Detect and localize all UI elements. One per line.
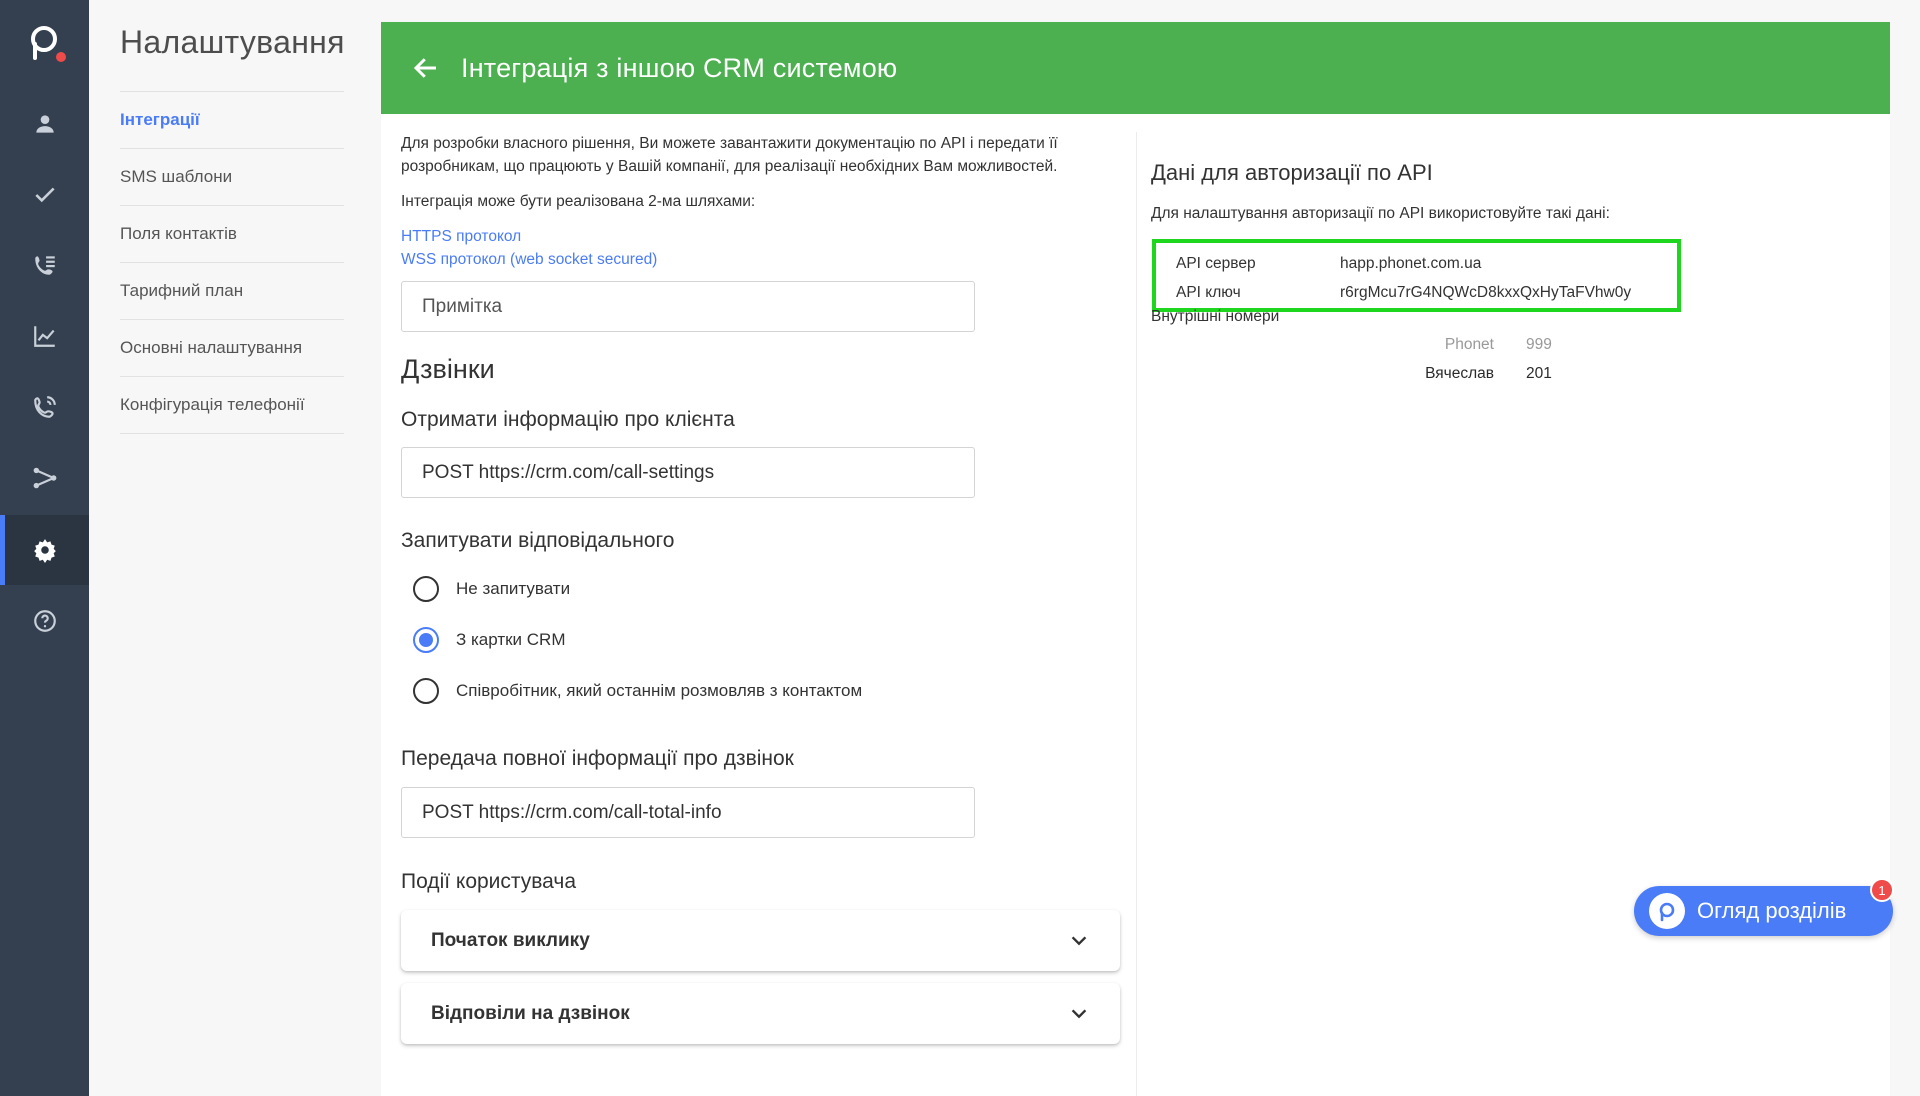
phone-icon <box>33 396 56 418</box>
tour-button-label: Огляд розділів <box>1697 898 1847 923</box>
extension-row: Phonet 999 <box>1151 330 1552 359</box>
sidebar-item-help[interactable] <box>0 586 89 656</box>
accordion-label: Відповіли на дзвінок <box>431 1002 630 1024</box>
settings-menu-item-sms-templates[interactable]: SMS шаблони <box>120 149 344 206</box>
extension-row: Вячеслав 201 <box>1151 359 1552 388</box>
gear-icon <box>33 539 56 563</box>
sidebar-item-settings[interactable] <box>0 515 89 585</box>
api-key-value: r6rgMcu7rG4NQWcD8kxxQxHyTaFVhw0y <box>1340 283 1632 301</box>
sidebar-item-analytics[interactable] <box>0 301 89 371</box>
check-icon <box>34 187 55 203</box>
phonet-logo-icon <box>1649 893 1685 929</box>
radio-label: Не запитувати <box>456 578 571 598</box>
api-auth-panel: Дані для авторизації по API Для налаштув… <box>1151 132 1871 382</box>
integration-ways-text: Інтеграція може бути реалізована 2-ма шл… <box>401 193 756 210</box>
integration-settings: Для розробки власного рішення, Ви можете… <box>401 132 1121 1044</box>
accordion-label: Початок виклику <box>431 929 590 951</box>
notification-badge: 1 <box>1870 878 1894 902</box>
total-info-title: Передача повної інформації про дзвінок <box>401 747 794 770</box>
radio-label: Співробітник, який останнім розмовляв з … <box>456 680 863 700</box>
card-header: Інтеграція з іншою CRM системою <box>381 22 1890 114</box>
settings-menu-item-telephony-config[interactable]: Конфігурація телефонії <box>120 377 344 434</box>
radio-option-dont-ask[interactable]: Не запитувати <box>401 563 1121 614</box>
radio-option-crm-card[interactable]: З картки CRM <box>401 614 1121 665</box>
accordion-call-start[interactable]: Початок виклику <box>401 910 1120 971</box>
sidebar-item-routing[interactable] <box>0 443 89 513</box>
chevron-down-icon <box>1071 1008 1087 1018</box>
chevron-down-icon <box>1071 935 1087 945</box>
integration-icon <box>33 467 56 489</box>
user-icon <box>35 115 54 133</box>
intro-text-line-1: Для розробки власного рішення, Ви можете… <box>401 135 1058 152</box>
section-tour-button[interactable]: Огляд розділів 1 <box>1634 878 1894 936</box>
radio-button-checked[interactable] <box>413 626 439 653</box>
column-divider <box>1136 132 1137 1096</box>
calls-section-title: Дзвінки <box>401 354 495 384</box>
api-credentials-box: API сервер happ.phonet.com.ua API ключ r… <box>1152 239 1681 312</box>
settings-menu-item-tariff-plan[interactable]: Тарифний план <box>120 263 344 320</box>
api-server-value: happ.phonet.com.ua <box>1340 254 1482 272</box>
settings-title: Налаштування <box>120 24 345 60</box>
api-auth-note: Для налаштування авторизації по API вико… <box>1151 205 1610 222</box>
api-key-label: API ключ <box>1176 283 1241 301</box>
responsible-radio-group: Не запитувати З картки CRM Співробітник,… <box>401 563 1121 716</box>
wss-protocol-link[interactable]: WSS протокол (web socket secured) <box>401 248 1121 271</box>
back-arrow-icon[interactable] <box>411 53 441 83</box>
api-auth-title: Дані для авторизації по API <box>1151 160 1433 185</box>
total-info-url-input[interactable]: POST https://crm.com/call-total-info <box>401 787 975 838</box>
intro-text-line-2: розробникам, що працюють у Вашій компані… <box>401 158 1058 175</box>
help-icon <box>33 610 56 632</box>
user-events-title: Події користувача <box>401 870 577 893</box>
sidebar-item-telephony[interactable] <box>0 372 89 442</box>
extensions-title: Внутрішні номери <box>1151 308 1280 325</box>
client-info-title: Отримати інформацію про клієнта <box>401 408 735 431</box>
sidebar-item-calls[interactable] <box>0 230 89 300</box>
sidebar-item-tasks[interactable] <box>0 160 89 230</box>
sidebar <box>0 0 89 1096</box>
settings-menu: Інтеграції SMS шаблони Поля контактів Та… <box>120 91 344 434</box>
extensions-list: Phonet 999 Вячеслав 201 <box>1151 330 1552 388</box>
page-title: Інтеграція з іншою CRM системою <box>461 52 898 83</box>
https-protocol-link[interactable]: HTTPS протокол <box>401 225 1121 248</box>
extension-name: Вячеслав <box>1425 364 1494 382</box>
settings-menu-item-contact-fields[interactable]: Поля контактів <box>120 206 344 263</box>
extension-number: 999 <box>1526 335 1552 353</box>
extension-number: 201 <box>1526 364 1552 382</box>
responsible-title: Запитувати відповідального <box>401 529 675 552</box>
radio-button[interactable] <box>413 677 439 704</box>
radio-button[interactable] <box>413 575 439 602</box>
api-key-row: API ключ r6rgMcu7rG4NQWcD8kxxQxHyTaFVhw0… <box>1176 278 1657 307</box>
phonet-logo[interactable] <box>24 20 68 72</box>
api-server-row: API сервер happ.phonet.com.ua <box>1176 249 1657 278</box>
note-input[interactable]: Примітка <box>401 281 975 332</box>
api-server-label: API сервер <box>1176 254 1256 272</box>
settings-menu-item-main-settings[interactable]: Основні налаштування <box>120 320 344 377</box>
settings-menu-item-integrations[interactable]: Інтеграції <box>120 92 344 149</box>
client-info-url-input[interactable]: POST https://crm.com/call-settings <box>401 447 975 498</box>
call-list-icon <box>34 256 55 275</box>
extension-name: Phonet <box>1444 335 1494 353</box>
chart-icon <box>33 326 55 347</box>
radio-option-last-employee[interactable]: Співробітник, який останнім розмовляв з … <box>401 665 1121 716</box>
sidebar-item-contacts[interactable] <box>0 89 89 159</box>
accordion-call-answered[interactable]: Відповіли на дзвінок <box>401 983 1120 1044</box>
radio-label: З картки CRM <box>456 629 566 649</box>
